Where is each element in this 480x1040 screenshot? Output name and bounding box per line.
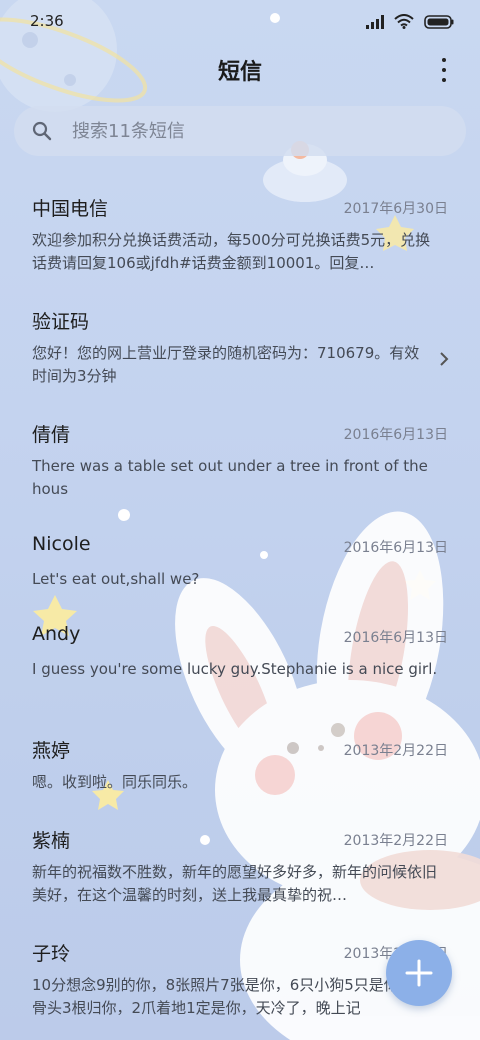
message-preview: I guess you're some lucky guy.Stephanie … <box>32 660 438 678</box>
message-preview: 10分想念9别的你，8张照片7张是你，6只小狗5只是你，4根骨头3根归你，2爪着… <box>32 976 439 1017</box>
message-preview: 嗯。收到啦。同乐同乐。 <box>32 773 198 791</box>
status-time: 2:36 <box>30 12 64 30</box>
chevron-right-icon <box>440 352 449 366</box>
plus-icon <box>405 959 433 987</box>
message-date: 2016年6月13日 <box>343 540 448 556</box>
status-icons <box>366 14 454 29</box>
search-input[interactable] <box>72 106 452 156</box>
message-date: 2016年6月13日 <box>343 630 448 646</box>
message-sender: 验证码 <box>32 311 90 333</box>
message-date: 2017年6月30日 <box>343 201 448 217</box>
message-sender: Andy <box>32 623 81 645</box>
search-bar[interactable] <box>14 106 466 156</box>
more-options-button[interactable] <box>434 58 454 82</box>
message-preview: 欢迎参加积分兑换话费活动，每500分可兑换话费5元，兑换话费请回复106或jfd… <box>32 231 431 272</box>
battery-icon <box>424 14 454 29</box>
message-sender: 紫楠 <box>32 830 71 852</box>
message-date: 2013年2月22日 <box>343 833 448 849</box>
compose-button[interactable] <box>386 940 452 1006</box>
message-sender: 倩倩 <box>32 424 71 446</box>
status-bar: 2:36 <box>0 0 480 44</box>
message-preview: Let's eat out,shall we? <box>32 570 200 588</box>
message-preview: 您好！您的网上营业厅登录的随机密码为：710679。有效时间为3分钟 <box>32 344 420 385</box>
signal-icon <box>366 14 384 29</box>
page-title: 短信 <box>217 60 262 85</box>
more-vertical-icon <box>442 58 446 62</box>
message-sender: 燕婷 <box>32 740 71 762</box>
message-date: 2016年6月13日 <box>343 427 448 443</box>
message-sender: Nicole <box>32 533 91 555</box>
message-sender: 中国电信 <box>32 198 109 220</box>
wifi-icon <box>394 14 414 29</box>
message-preview: There was a table set out under a tree i… <box>32 457 428 498</box>
search-icon <box>32 121 52 141</box>
message-preview: 新年的祝福数不胜数，新年的愿望好多好多，新年的问候依旧美好，在这个温馨的时刻，送… <box>32 863 438 904</box>
message-sender: 子玲 <box>32 943 71 965</box>
message-date: 2013年2月22日 <box>343 743 448 759</box>
